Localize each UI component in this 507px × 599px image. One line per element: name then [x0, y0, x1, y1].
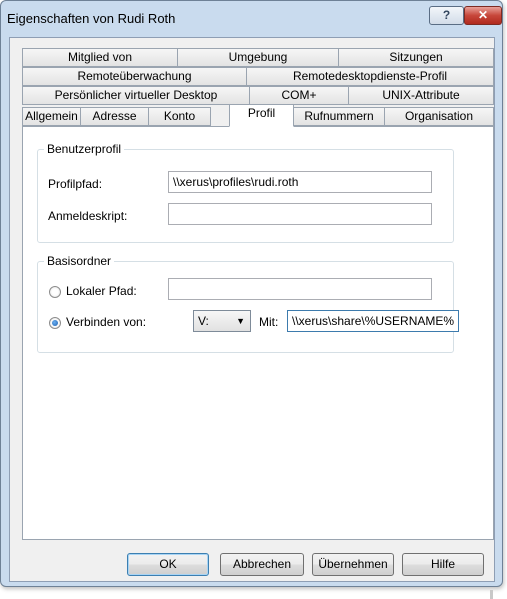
profile-path-label: Profilpfad:: [48, 177, 103, 191]
with-label: Mit:: [259, 315, 279, 329]
help-button[interactable]: Hilfe: [402, 553, 484, 576]
user-profile-group-title: Benutzerprofil: [44, 142, 125, 156]
tab-adresse[interactable]: Adresse: [80, 107, 149, 126]
tab-konto[interactable]: Konto: [148, 107, 211, 126]
chevron-down-icon: ▼: [236, 316, 245, 326]
logon-script-label: Anmeldeskript:: [48, 209, 128, 223]
help-title-button[interactable]: ?: [429, 6, 464, 25]
home-folder-path-input[interactable]: \\xerus\share\%USERNAME%: [287, 310, 459, 332]
background-scrollbar-fragment: [490, 590, 493, 599]
tab-unix-attribute[interactable]: UNIX-Attribute: [348, 86, 494, 105]
tab-remotedesktopdienste-profil[interactable]: Remotedesktopdienste-Profil: [246, 67, 494, 86]
drive-letter-select[interactable]: V: ▼: [193, 310, 251, 332]
connect-label: Verbinden von:: [66, 315, 147, 329]
tab-persoenlicher-virtueller-desktop[interactable]: Persönlicher virtueller Desktop: [22, 86, 250, 105]
home-folder-group: Basisordner Lokaler Pfad: Verbinden von:…: [37, 254, 459, 353]
home-folder-group-title: Basisordner: [44, 254, 115, 268]
tab-umgebung[interactable]: Umgebung: [177, 48, 339, 67]
dialog-body: Mitglied von Umgebung Sitzungen Remoteüb…: [9, 37, 495, 582]
title-bar[interactable]: Eigenschaften von Rudi Roth ? ✕: [1, 1, 502, 37]
tab-mitglied-von[interactable]: Mitglied von: [22, 48, 178, 67]
tab-remoteueberwachung[interactable]: Remoteüberwachung: [22, 67, 247, 86]
apply-button[interactable]: Übernehmen: [312, 553, 394, 576]
local-path-input[interactable]: [168, 278, 432, 300]
profile-path-input[interactable]: \\xerus\profiles\rudi.roth: [168, 171, 432, 193]
connect-radio[interactable]: [49, 317, 61, 329]
user-profile-group: Benutzerprofil Profilpfad: \\xerus\profi…: [37, 142, 454, 243]
local-path-radio[interactable]: [49, 286, 61, 298]
logon-script-input[interactable]: [168, 203, 432, 225]
tab-sitzungen[interactable]: Sitzungen: [338, 48, 494, 67]
tab-com-plus[interactable]: COM+: [249, 86, 349, 105]
tab-profil[interactable]: Profil: [229, 104, 294, 127]
ok-button[interactable]: OK: [127, 553, 209, 576]
drive-letter-value: V:: [198, 314, 209, 328]
properties-dialog: Eigenschaften von Rudi Roth ? ✕ Mitglied…: [0, 0, 503, 587]
cancel-button[interactable]: Abbrechen: [220, 553, 304, 576]
window-title: Eigenschaften von Rudi Roth: [7, 11, 176, 26]
profil-tab-page: Benutzerprofil Profilpfad: \\xerus\profi…: [22, 126, 494, 540]
tab-allgemein[interactable]: Allgemein: [22, 107, 81, 126]
close-button[interactable]: ✕: [464, 6, 502, 25]
local-path-label: Lokaler Pfad:: [66, 284, 137, 298]
tab-rufnummern[interactable]: Rufnummern: [293, 107, 385, 126]
tab-organisation[interactable]: Organisation: [384, 107, 494, 126]
